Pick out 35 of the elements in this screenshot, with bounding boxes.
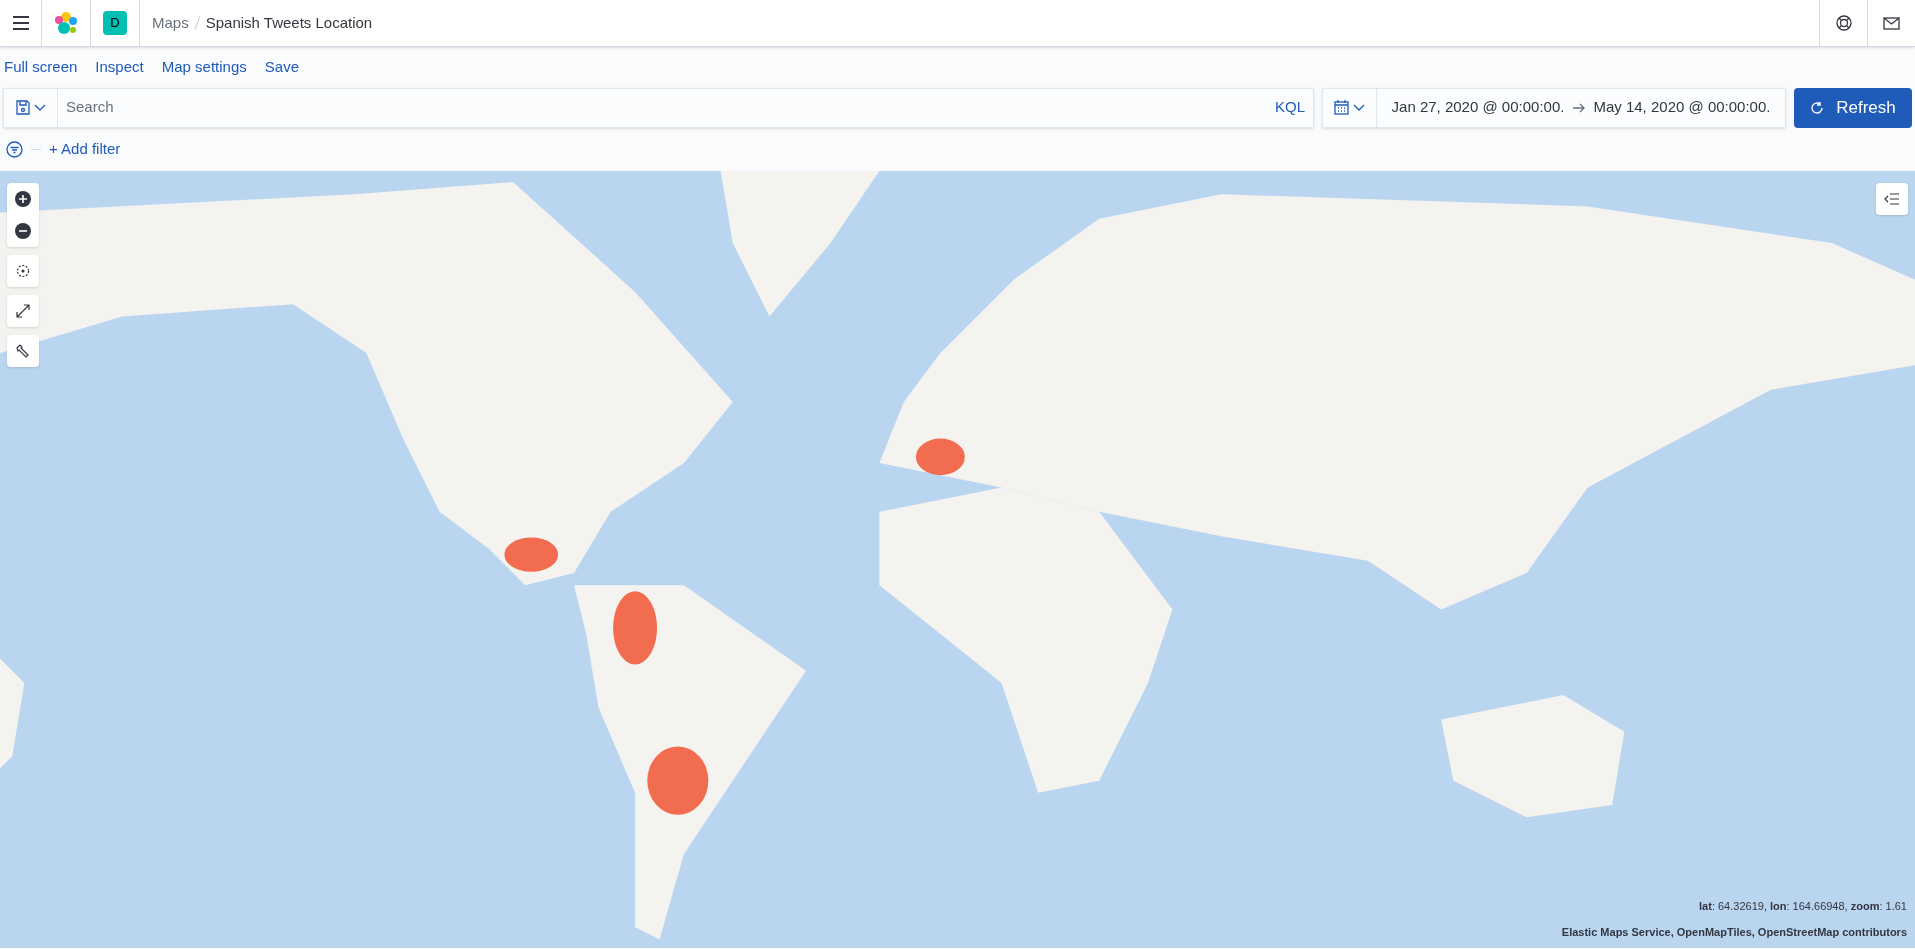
caret-icon [33, 104, 46, 111]
add-filter-link[interactable]: + Add filter [49, 138, 121, 161]
end-date-button[interactable]: May 14, 2020 @ 00:00:00. [1593, 96, 1771, 119]
refresh-icon [1810, 100, 1825, 115]
language-button[interactable]: KQL [1267, 88, 1313, 127]
caret-icon [1353, 104, 1365, 111]
mail-icon [1883, 16, 1900, 30]
list-collapse-icon [1884, 193, 1900, 205]
filter-icon[interactable] [6, 141, 23, 158]
fit-button[interactable] [7, 295, 39, 327]
layers-button[interactable] [1876, 183, 1908, 215]
toolbar-link[interactable]: Inspect [95, 55, 144, 79]
zoom-in-icon [15, 191, 31, 207]
attribution-text: Elastic Maps Service, OpenMapTiles, OpenStreetMap contributors [1561, 924, 1907, 940]
breadcrumb[interactable]: Spanish Tweets Location [205, 11, 373, 35]
expand-icon [15, 303, 31, 319]
breadcrumb[interactable]: Maps [152, 11, 189, 35]
arrow-icon [1572, 102, 1586, 113]
space-avatar[interactable]: D [103, 11, 127, 35]
toolbar-link[interactable]: Save [264, 55, 299, 79]
calendar-icon [1334, 100, 1349, 115]
crosshair-icon [15, 263, 31, 279]
toolbar-link[interactable]: Full screen [4, 55, 78, 79]
start-date-button[interactable]: Jan 27, 2020 @ 00:00:00. [1391, 96, 1565, 119]
logo-icon[interactable] [54, 11, 78, 35]
tools-button[interactable] [7, 335, 39, 367]
help-icon [1835, 15, 1852, 31]
coordinates-readout: lat: 64.32619, lon: 164.66948, zoom: 1.61 [1699, 899, 1907, 914]
locate-button[interactable] [7, 255, 39, 287]
zoom-out-icon [15, 223, 31, 239]
save-icon [15, 100, 30, 115]
toolbar-link[interactable]: Map settings [161, 55, 247, 79]
search-field[interactable]: Search KQL [3, 87, 1314, 128]
refresh-button[interactable]: Refresh [1794, 87, 1912, 128]
menu-icon [11, 16, 30, 30]
